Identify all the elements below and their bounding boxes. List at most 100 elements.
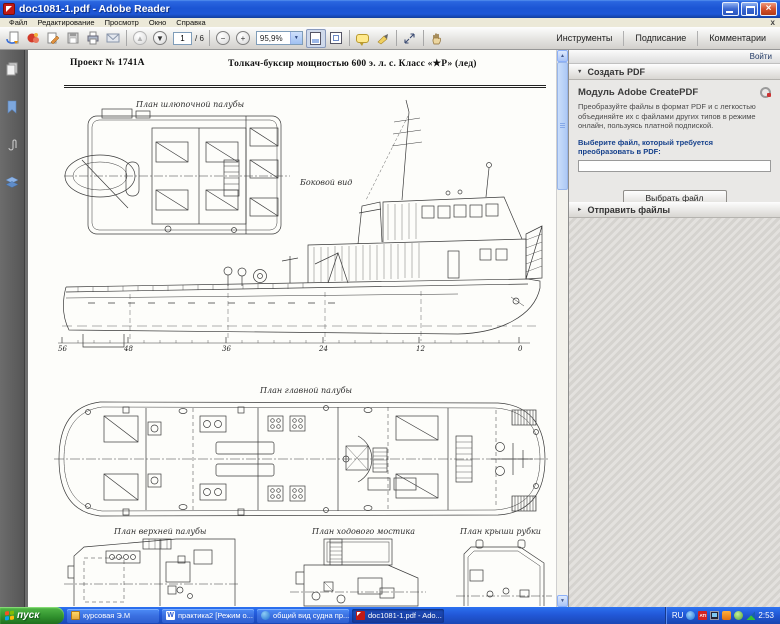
layers-icon[interactable] bbox=[5, 176, 19, 189]
hand-tool-button[interactable] bbox=[427, 29, 447, 48]
bookmarks-icon[interactable] bbox=[6, 100, 18, 114]
plus-icon: + bbox=[235, 31, 250, 45]
document-area[interactable]: Проект № 1741А Толкач-буксир мощностью 6… bbox=[25, 50, 556, 607]
main-area: Проект № 1741А Толкач-буксир мощностью 6… bbox=[0, 50, 780, 607]
tools-tab[interactable]: Инструменты bbox=[545, 33, 623, 43]
email-button[interactable] bbox=[103, 29, 123, 48]
scrolling-view-button[interactable] bbox=[305, 28, 326, 48]
chevron-down-icon[interactable]: ▼ bbox=[289, 32, 302, 44]
page-number-input[interactable] bbox=[173, 31, 192, 45]
comment-bubble-icon bbox=[356, 33, 370, 46]
vertical-scrollbar[interactable]: ▲ ▼ bbox=[556, 50, 568, 607]
toolbar-separator bbox=[208, 30, 210, 46]
document-close-icon[interactable]: x bbox=[771, 18, 775, 27]
restore-button[interactable] bbox=[741, 2, 758, 16]
sign-tab[interactable]: Подписание bbox=[624, 33, 697, 43]
menu-edit[interactable]: Редактирование bbox=[32, 18, 99, 27]
boat-deck-label: План шлюпочной палубы bbox=[136, 100, 245, 109]
navigation-sidebar bbox=[0, 50, 25, 607]
arrow-down-icon: ▼ bbox=[153, 31, 167, 45]
taskbar-item-label: практика2 [Режим о... bbox=[178, 611, 253, 620]
tray-messenger-icon[interactable] bbox=[686, 611, 696, 620]
create-pdf-header[interactable]: ▼ Создать PDF bbox=[569, 64, 780, 80]
tray-antivirus-icon[interactable] bbox=[722, 611, 732, 620]
menu-view[interactable]: Просмотр bbox=[100, 18, 144, 27]
zoom-level-combo[interactable]: 95,9% ▼ bbox=[255, 31, 303, 45]
tray-display-icon[interactable] bbox=[710, 611, 720, 620]
print-button[interactable] bbox=[83, 29, 103, 48]
taskbar-item-word[interactable]: W практика2 [Режим о... bbox=[162, 608, 254, 623]
taskbar-item-pdf-active[interactable]: doc1081-1.pdf - Ado... bbox=[352, 608, 444, 623]
triangle-right-icon: ► bbox=[577, 206, 583, 213]
globe-icon bbox=[261, 611, 270, 620]
save-button[interactable] bbox=[63, 29, 83, 48]
share-button[interactable] bbox=[23, 29, 43, 48]
previous-page-button[interactable]: ▲ bbox=[130, 29, 150, 48]
send-files-title: Отправить файлы bbox=[587, 204, 671, 215]
adobe-reader-window: doc1081-1.pdf - Adobe Reader × Файл Реда… bbox=[0, 0, 780, 624]
create-pdf-body: Модуль Adobe CreatePDF Преобразуйте файл… bbox=[569, 80, 780, 207]
pdf-reader-icon bbox=[356, 611, 365, 620]
bridge-label: План ходового мостика bbox=[312, 527, 415, 536]
window-title: doc1081-1.pdf - Adobe Reader bbox=[19, 3, 170, 15]
bridge-plan bbox=[290, 538, 426, 607]
ship-drawing bbox=[54, 99, 552, 607]
attachments-icon[interactable] bbox=[6, 138, 18, 152]
arrow-up-icon: ▲ bbox=[133, 31, 147, 45]
triangle-down-icon: ▼ bbox=[577, 68, 583, 75]
highlight-button[interactable] bbox=[373, 29, 393, 48]
zoom-level-value: 95,9% bbox=[259, 33, 283, 43]
zoom-out-button[interactable]: − bbox=[213, 29, 233, 48]
language-indicator[interactable]: RU bbox=[672, 611, 684, 620]
comment-button[interactable] bbox=[353, 29, 373, 48]
next-page-button[interactable]: ▼ bbox=[150, 29, 170, 48]
frame-number: 36 bbox=[222, 345, 231, 353]
createpdf-module-title: Модуль Adobe CreatePDF bbox=[578, 87, 699, 98]
tray-ati-icon[interactable]: ATI bbox=[698, 611, 708, 620]
menubar: Файл Редактирование Просмотр Окно Справк… bbox=[0, 18, 780, 27]
send-files-header[interactable]: ► Отправить файлы bbox=[569, 202, 780, 218]
comment-tab[interactable]: Комментарии bbox=[698, 33, 777, 43]
tools-panel: Войти ▼ Создать PDF Модуль Adobe CreateP… bbox=[568, 50, 780, 607]
fit-page-button[interactable] bbox=[326, 29, 346, 48]
open-button[interactable] bbox=[3, 29, 23, 48]
taskbar-item-folder[interactable]: курсовая Э.М bbox=[67, 608, 159, 623]
toolbar: ▲ ▼ / 6 − + 95,9% ▼ Инструменты Подписан… bbox=[0, 27, 780, 50]
main-deck-plan bbox=[54, 401, 550, 517]
start-button[interactable]: пуск bbox=[0, 607, 64, 624]
taskbar-item-label: doc1081-1.pdf - Ado... bbox=[368, 611, 442, 620]
sign-in-link[interactable]: Войти bbox=[750, 52, 772, 61]
start-label: пуск bbox=[17, 610, 40, 621]
folder-icon bbox=[71, 611, 80, 620]
file-select-label: Выберите файл, который требуется преобра… bbox=[578, 137, 714, 156]
taskbar: пуск курсовая Э.М W практика2 [Режим о..… bbox=[0, 607, 780, 624]
toolbar-separator bbox=[422, 30, 424, 46]
menu-help[interactable]: Справка bbox=[171, 18, 210, 27]
tray-agent-icon[interactable] bbox=[734, 611, 744, 620]
titlebar: doc1081-1.pdf - Adobe Reader × bbox=[0, 0, 780, 18]
close-button[interactable]: × bbox=[760, 2, 777, 16]
zoom-in-button[interactable]: + bbox=[233, 29, 253, 48]
sign-in-bar: Войти bbox=[569, 50, 780, 64]
scroll-up-icon[interactable]: ▲ bbox=[557, 50, 568, 62]
project-number-label: Проект № 1741А bbox=[70, 58, 145, 68]
frame-number: 56 bbox=[58, 345, 67, 353]
sign-button[interactable] bbox=[43, 29, 63, 48]
tray-network-icon[interactable] bbox=[746, 611, 756, 620]
menu-window[interactable]: Окно bbox=[144, 18, 171, 27]
clock[interactable]: 2:53 bbox=[758, 611, 774, 620]
taskbar-item-browser[interactable]: общий вид судна пр... bbox=[257, 608, 349, 623]
page-thumbnails-icon[interactable] bbox=[5, 62, 19, 76]
scrollbar-thumb[interactable] bbox=[557, 62, 568, 190]
minus-icon: − bbox=[215, 31, 230, 45]
file-path-input[interactable] bbox=[578, 160, 771, 172]
minimize-button[interactable] bbox=[722, 2, 739, 16]
menu-file[interactable]: Файл bbox=[4, 18, 32, 27]
cabin-roof-plan bbox=[456, 539, 552, 606]
scroll-down-icon[interactable]: ▼ bbox=[557, 595, 568, 607]
frame-number: 12 bbox=[416, 345, 425, 353]
page-count-label: / 6 bbox=[195, 33, 204, 43]
fit-page-icon bbox=[329, 32, 342, 44]
boat-deck-plan bbox=[64, 108, 290, 235]
fullscreen-button[interactable] bbox=[400, 29, 420, 48]
